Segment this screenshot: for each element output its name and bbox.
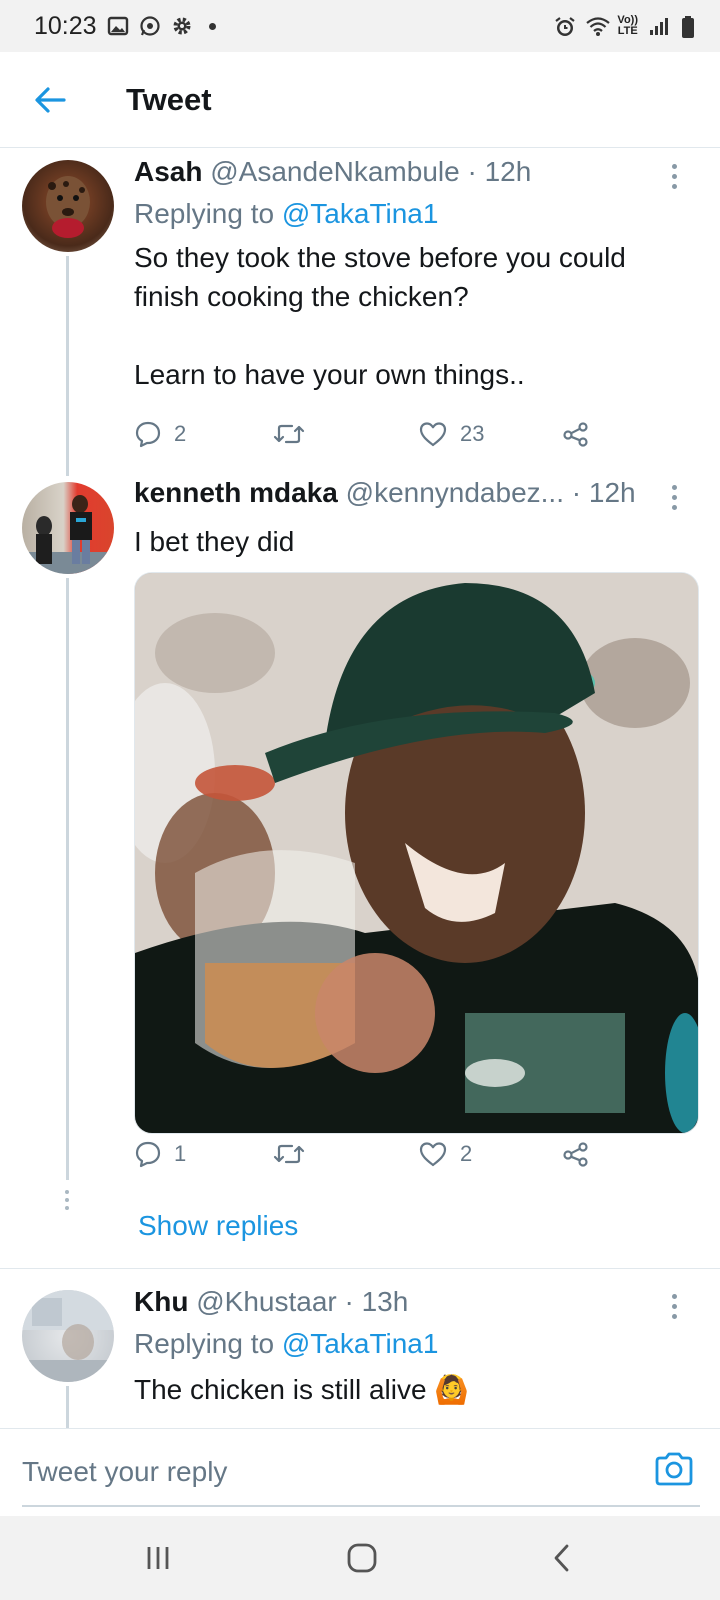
tweet-text-body: The chicken is still alive — [134, 1374, 427, 1405]
back-nav-button[interactable] — [540, 1538, 584, 1578]
reply-input-underline — [22, 1505, 700, 1507]
chevron-left-icon — [554, 1544, 569, 1572]
tweet-header: Khu @Khustaar · 13h — [134, 1286, 408, 1318]
home-icon — [347, 1543, 377, 1573]
camera-icon — [655, 1452, 693, 1486]
tweet-text: The chicken is still alive 🙆 — [134, 1370, 694, 1409]
thread-line — [66, 1386, 69, 1428]
emoji-gesture: 🙆 — [434, 1374, 470, 1405]
recent-apps-icon — [147, 1547, 169, 1569]
display-name[interactable]: Khu — [134, 1286, 188, 1317]
more-options-button[interactable] — [664, 1286, 684, 1326]
replying-handle-link[interactable]: @TakaTina1 — [282, 1328, 439, 1359]
reply-input[interactable] — [22, 1443, 602, 1501]
avatar-khu[interactable] — [22, 1290, 114, 1382]
replying-to: Replying to @TakaTina1 — [134, 1328, 438, 1360]
camera-button[interactable] — [652, 1447, 696, 1491]
tweet-khu[interactable]: Khu @Khustaar · 13h Replying to @TakaTin… — [0, 0, 720, 1428]
replying-prefix: Replying to — [134, 1328, 275, 1359]
recent-apps-button[interactable] — [136, 1538, 180, 1578]
home-button[interactable] — [340, 1538, 384, 1578]
tweet-time: 13h — [361, 1286, 409, 1317]
separator-dot: · — [344, 1286, 354, 1317]
reply-composer — [0, 1428, 720, 1516]
user-handle[interactable]: @Khustaar — [196, 1286, 337, 1317]
system-nav-bar — [0, 1516, 720, 1600]
